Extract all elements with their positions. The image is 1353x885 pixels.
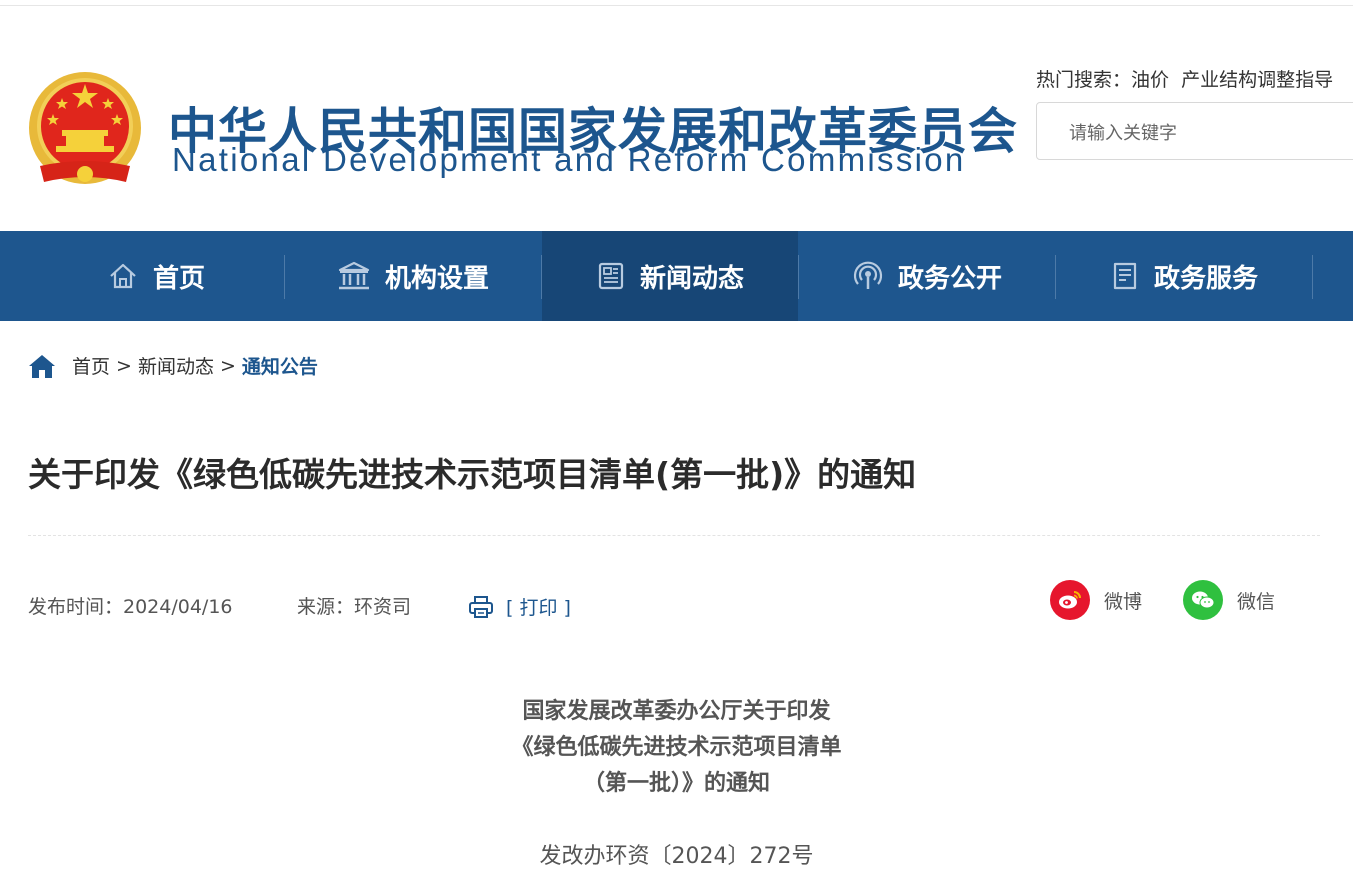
nav-item-label: 政务公开 [897,263,1002,294]
share-weibo-button[interactable]: 微博 [1050,580,1142,620]
printer-icon [469,595,493,618]
publish-time: 发布时间：2024/04/16 [28,596,233,618]
hot-search-term[interactable]: 油价 [1131,69,1169,91]
document-heading-line: 国家发展改革委办公厅关于印发 [522,699,831,724]
hot-search: 热门搜索：油价 产业结构调整指导 [1036,65,1333,92]
institution-icon [338,261,370,290]
news-icon [598,262,624,290]
title-divider [28,535,1320,536]
main-nav: 首页 机构设置 新闻动态 政务公开 政务服务 [0,231,1353,321]
broadcast-icon [853,261,883,289]
share-wechat-button[interactable]: 微信 [1183,580,1275,620]
nav-item-institution[interactable]: 机构设置 [285,231,541,321]
nav-item-label: 首页 [152,263,205,294]
national-emblem-logo [29,72,141,184]
top-divider [0,5,1353,6]
breadcrumb: 首页 > 新闻动态 > 通知公告 [28,352,318,379]
share-wechat-label: 微信 [1237,590,1276,613]
breadcrumb-separator: > [116,354,132,377]
share-weibo-label: 微博 [1104,590,1143,613]
breadcrumb-separator: > [219,354,236,377]
nav-item-label: 机构设置 [384,263,489,294]
document-number: 发改办环资〔2024〕272号 [539,844,814,869]
breadcrumb-news[interactable]: 新闻动态 [138,352,214,379]
nav-item-home[interactable]: 首页 [28,231,284,321]
breadcrumb-home[interactable]: 首页 [72,352,110,379]
hot-search-term[interactable]: 产业结构调整指导 [1181,69,1333,91]
nav-item-news[interactable]: 新闻动态 [542,231,798,321]
document-heading: 国家发展改革委办公厅关于印发 《绿色低碳先进技术示范项目清单 （第一批）》的通知 [0,694,1353,802]
wechat-icon [1183,580,1223,620]
nav-item-label: 新闻动态 [639,263,744,294]
print-label: [ 打印 ] [506,597,571,619]
search-input[interactable] [1067,119,1351,147]
home-icon[interactable] [28,353,56,379]
weibo-icon [1050,580,1090,620]
document-heading-line: （第一批）》的通知 [582,771,770,796]
nav-divider [1312,255,1313,299]
hot-search-label: 热门搜索： [1036,69,1132,91]
search-box [1036,102,1353,160]
nav-item-label: 政务服务 [1153,263,1258,294]
article-title: 关于印发《绿色低碳先进技术示范项目清单(第一批)》的通知 [28,455,917,494]
site-title-en: National Development and Reform Commissi… [172,141,966,178]
print-button[interactable]: [ 打印 ] [468,593,571,620]
nav-item-government-affairs[interactable]: 政务公开 [799,231,1055,321]
home-icon [110,263,136,289]
article-source: 来源：环资司 [297,596,412,618]
document-heading-line: 《绿色低碳先进技术示范项目清单 [511,735,842,760]
nav-item-government-services[interactable]: 政务服务 [1056,231,1312,321]
document-icon [1113,262,1137,290]
breadcrumb-current[interactable]: 通知公告 [242,352,318,379]
